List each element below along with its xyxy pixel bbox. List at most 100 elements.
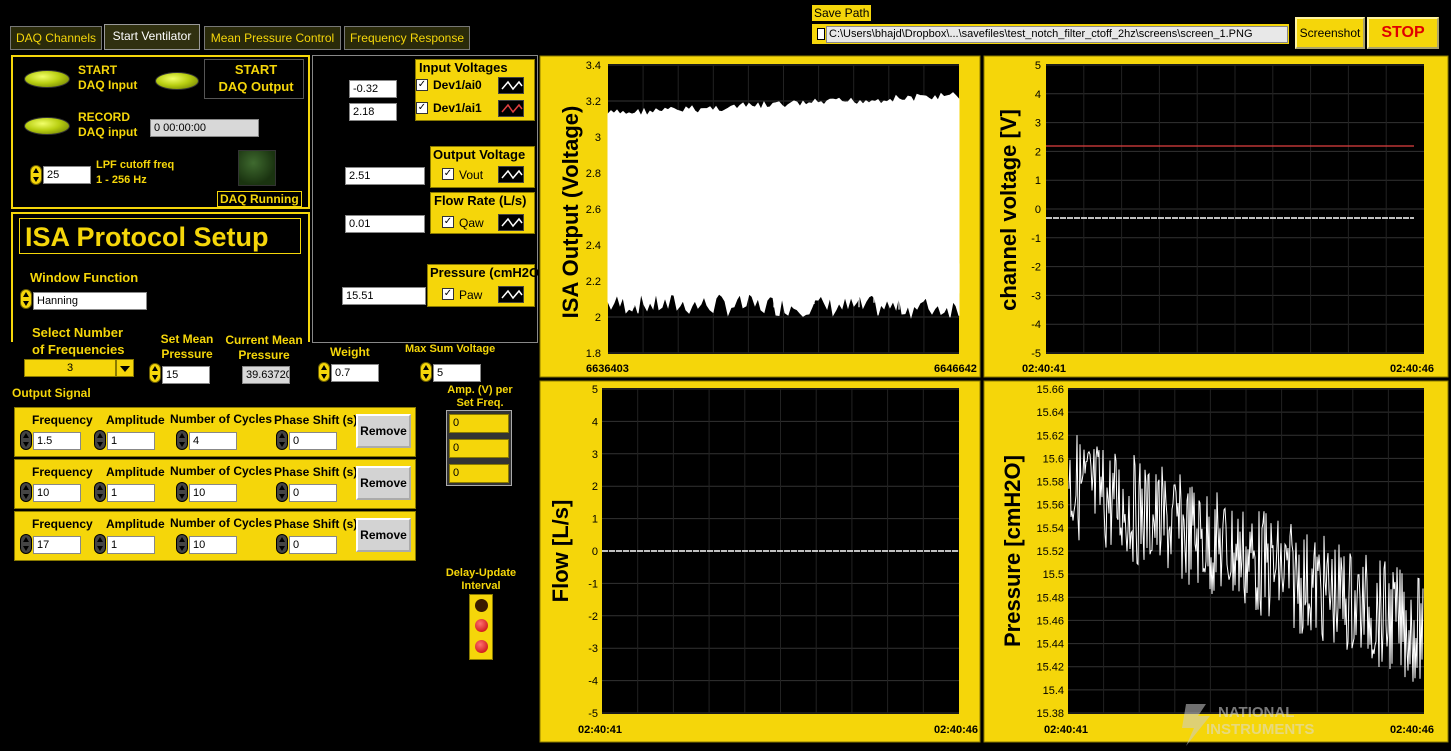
phase-input[interactable]: 0 [289, 536, 337, 554]
cycles-input[interactable]: 10 [189, 484, 237, 502]
frequency-spinner[interactable] [20, 482, 32, 502]
cycles-header: Number of Cycles [170, 464, 273, 478]
weight-input[interactable]: 0.7 [331, 364, 379, 382]
ytick-label: 3.2 [586, 96, 601, 108]
frequency-header: Frequency [32, 465, 93, 479]
stop-button[interactable]: STOP [1367, 17, 1439, 49]
tab-frequency-response[interactable]: Frequency Response [344, 26, 470, 50]
screenshot-button[interactable]: Screenshot [1295, 17, 1365, 49]
frequency-input[interactable]: 10 [33, 484, 81, 502]
ytick-label: 15.38 [1036, 708, 1064, 720]
ai1-label: Dev1/ai1 [433, 101, 482, 115]
ytick-label: 5 [592, 384, 598, 396]
phase-spinner[interactable] [276, 430, 288, 450]
ytick-label: 3 [592, 449, 598, 461]
isa-xtick-end: 6646642 [934, 363, 977, 375]
ai1-plot-legend-icon[interactable] [498, 100, 524, 117]
ytick-label: -3 [588, 643, 598, 655]
remove-row-button[interactable]: Remove [356, 414, 411, 448]
amplitude-input[interactable]: 1 [107, 484, 155, 502]
max-sum-voltage-input[interactable]: 5 [433, 364, 481, 382]
ytick-label: 3.4 [586, 60, 601, 72]
lpf-cutoff-input[interactable]: 25 [43, 166, 91, 184]
weight-spinner[interactable] [318, 362, 330, 382]
qaw-checkbox[interactable]: ✓ [442, 216, 454, 228]
frequency-header: Frequency [32, 413, 93, 427]
amplitude-input[interactable]: 1 [107, 432, 155, 450]
flow-xtick-end: 02:40:46 [934, 724, 978, 736]
tab-start-ventilator[interactable]: Start Ventilator [104, 24, 200, 50]
phase-input[interactable]: 0 [289, 432, 337, 450]
frequency-input[interactable]: 1.5 [33, 432, 81, 450]
start-daq-input-label: START DAQ Input [78, 63, 138, 92]
lpf-spinner[interactable] [30, 165, 42, 185]
ytick-label: 15.46 [1036, 615, 1064, 627]
start-daq-output-button[interactable] [155, 72, 199, 90]
ytick-label: -2 [1031, 262, 1041, 274]
amplitude-spinner[interactable] [94, 430, 106, 450]
ytick-label: 15.58 [1036, 477, 1064, 489]
frequency-spinner[interactable] [20, 430, 32, 450]
vout-plot-legend-icon[interactable] [498, 166, 524, 183]
cycles-input[interactable]: 10 [189, 536, 237, 554]
isa-output-ylabel: ISA Output (Voltage) [558, 106, 583, 319]
phase-header: Phase Shift (s) [274, 517, 358, 531]
paw-checkbox[interactable]: ✓ [442, 288, 454, 300]
num-frequencies-select[interactable]: 3 [24, 359, 116, 377]
phase-input[interactable]: 0 [289, 484, 337, 502]
ytick-label: -4 [588, 676, 598, 688]
cycles-header: Number of Cycles [170, 412, 273, 426]
phase-header: Phase Shift (s) [274, 413, 358, 427]
ytick-label: 4 [592, 416, 598, 428]
ytick-label: 15.6 [1043, 453, 1064, 465]
cycles-input[interactable]: 4 [189, 432, 237, 450]
cycles-spinner[interactable] [176, 482, 188, 502]
amplitude-spinner[interactable] [94, 482, 106, 502]
start-daq-input-button[interactable] [24, 70, 70, 88]
cycles-spinner[interactable] [176, 534, 188, 554]
ytick-label: 15.42 [1036, 662, 1064, 674]
ytick-label: 2.2 [586, 276, 601, 288]
tab-mean-pressure-control[interactable]: Mean Pressure Control [204, 26, 341, 50]
window-function-selector[interactable] [20, 289, 32, 309]
cycles-spinner[interactable] [176, 430, 188, 450]
set-mean-pressure-label: Set Mean Pressure [160, 332, 214, 361]
weight-label: Weight [330, 345, 370, 359]
max-sum-voltage-spinner[interactable] [420, 362, 432, 382]
ai0-checkbox[interactable]: ✓ [416, 79, 428, 91]
qaw-plot-legend-icon[interactable] [498, 214, 524, 231]
window-function-value[interactable]: Hanning [33, 292, 147, 310]
pressure-title: Pressure (cmH2O [430, 265, 540, 280]
pressure-xtick-start: 02:40:41 [1044, 724, 1088, 736]
ytick-label: 0 [1035, 204, 1041, 216]
folder-browse-icon[interactable] [817, 28, 825, 40]
paw-plot-legend-icon[interactable] [498, 286, 524, 303]
amplitude-input[interactable]: 1 [107, 536, 155, 554]
paw-label: Paw [459, 288, 483, 302]
amplitude-spinner[interactable] [94, 534, 106, 554]
phase-spinner[interactable] [276, 534, 288, 554]
tab-daq-channels[interactable]: DAQ Channels [10, 26, 102, 50]
qaw-value: 0.01 [345, 215, 425, 233]
flow-ylabel: Flow [L/s] [548, 500, 573, 603]
ytick-label: 15.62 [1036, 430, 1064, 442]
phase-spinner[interactable] [276, 482, 288, 502]
set-mean-pressure-input[interactable]: 15 [162, 366, 210, 384]
remove-row-button[interactable]: Remove [356, 518, 411, 552]
indicator-light-red [475, 640, 488, 653]
num-frequencies-dropdown[interactable] [116, 359, 134, 377]
cv-xtick-end: 02:40:46 [1390, 363, 1434, 375]
remove-row-button[interactable]: Remove [356, 466, 411, 500]
set-mean-pressure-spinner[interactable] [149, 363, 161, 383]
record-daq-input-button[interactable] [24, 117, 70, 135]
ytick-label: 15.44 [1036, 639, 1064, 651]
vout-checkbox[interactable]: ✓ [442, 168, 454, 180]
ai1-checkbox[interactable]: ✓ [416, 102, 428, 114]
frequency-input[interactable]: 17 [33, 536, 81, 554]
ai0-plot-legend-icon[interactable] [498, 77, 524, 94]
input-voltages-title: Input Voltages [419, 60, 508, 75]
frequency-spinner[interactable] [20, 534, 32, 554]
ytick-label: 15.64 [1036, 407, 1064, 419]
save-path-input[interactable]: C:\Users\bhajd\Dropbox\...\savefiles\tes… [826, 26, 1288, 43]
ytick-label: 15.54 [1036, 523, 1064, 535]
